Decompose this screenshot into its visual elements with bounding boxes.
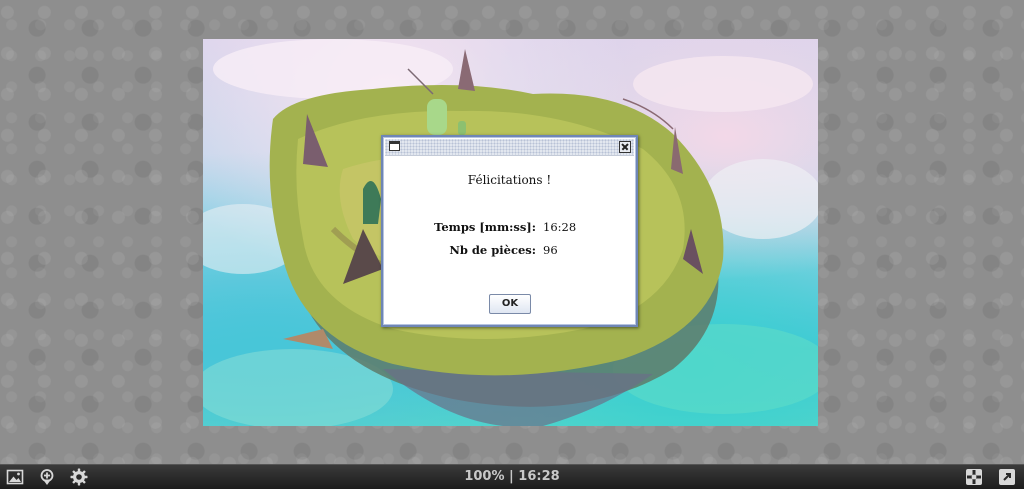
close-button[interactable] <box>619 141 631 153</box>
dialog-titlebar[interactable] <box>385 139 634 156</box>
zoom-and-timer-status: 100% | 16:28 <box>464 469 560 484</box>
ok-button[interactable]: OK <box>489 294 531 314</box>
fullscreen-icon[interactable] <box>998 468 1016 486</box>
time-value: 16:28 <box>543 220 577 234</box>
game-stage: Félicitations ! Temps [mm:ss]: 16:28 Nb … <box>0 0 1024 465</box>
congratulations-message: Félicitations ! <box>467 173 552 187</box>
completion-dialog: Félicitations ! Temps [mm:ss]: 16:28 Nb … <box>381 135 638 327</box>
pieces-label: Nb de pièces: <box>449 243 536 257</box>
window-icon <box>389 141 400 151</box>
puzzle-piece-icon[interactable] <box>965 468 983 486</box>
bottom-toolbar: 100% | 16:28 <box>0 464 1024 489</box>
time-label: Temps [mm:ss]: <box>434 220 536 234</box>
pieces-value: 96 <box>543 243 558 257</box>
